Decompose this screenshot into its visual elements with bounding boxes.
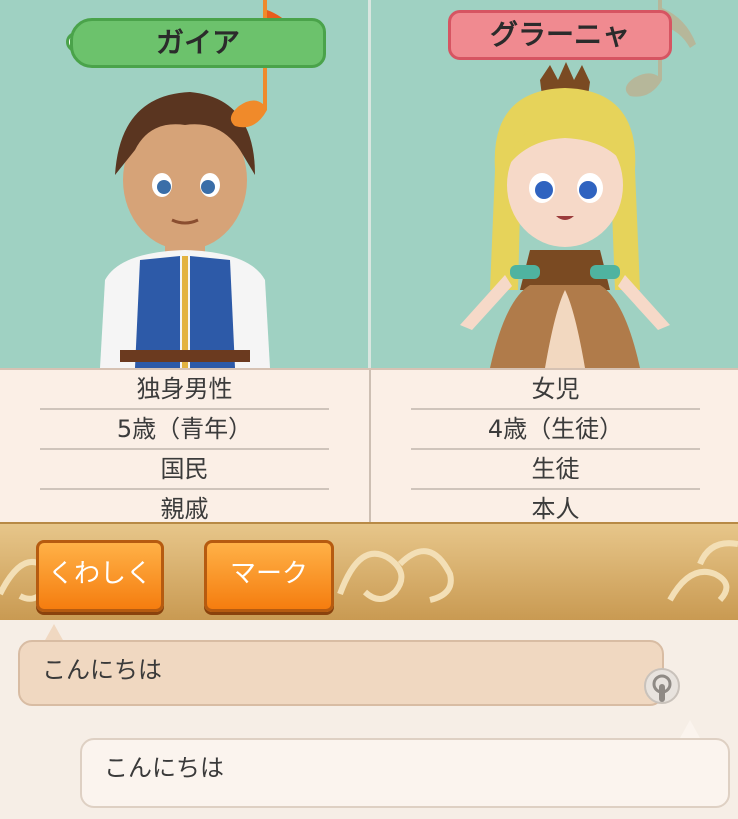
chat-message-right: こんにちは bbox=[80, 738, 730, 808]
character-left-name: ガイア bbox=[70, 18, 326, 68]
info-age: 4歳（生徒） bbox=[411, 410, 700, 450]
scene-divider bbox=[368, 0, 371, 368]
ornament-icon bbox=[667, 540, 738, 603]
touch-icon[interactable] bbox=[640, 666, 684, 710]
character-info-table: 独身男性 5歳（青年） 国民 親戚 女児 4歳（生徒） 生徒 本人 bbox=[0, 368, 738, 524]
mark-button[interactable]: マーク bbox=[204, 540, 334, 612]
character-scene: ガイア グラーニャ bbox=[0, 0, 738, 368]
ornament-icon bbox=[337, 548, 454, 603]
bubble-tail bbox=[680, 720, 700, 738]
info-occupation: 国民 bbox=[40, 450, 329, 490]
chat-log: こんにちは こんにちは bbox=[0, 620, 738, 819]
chat-message-left: こんにちは bbox=[18, 640, 664, 706]
info-marital-status: 女児 bbox=[411, 370, 700, 410]
character-right-info: 女児 4歳（生徒） 生徒 本人 bbox=[369, 370, 738, 524]
info-occupation: 生徒 bbox=[411, 450, 700, 490]
character-right-name: グラーニャ bbox=[448, 10, 672, 60]
info-age: 5歳（青年） bbox=[40, 410, 329, 450]
info-marital-status: 独身男性 bbox=[40, 370, 329, 410]
details-button[interactable]: くわしく bbox=[36, 540, 164, 612]
character-left-info: 独身男性 5歳（青年） 国民 親戚 bbox=[0, 370, 369, 524]
action-toolbar: くわしく マーク bbox=[0, 522, 738, 622]
